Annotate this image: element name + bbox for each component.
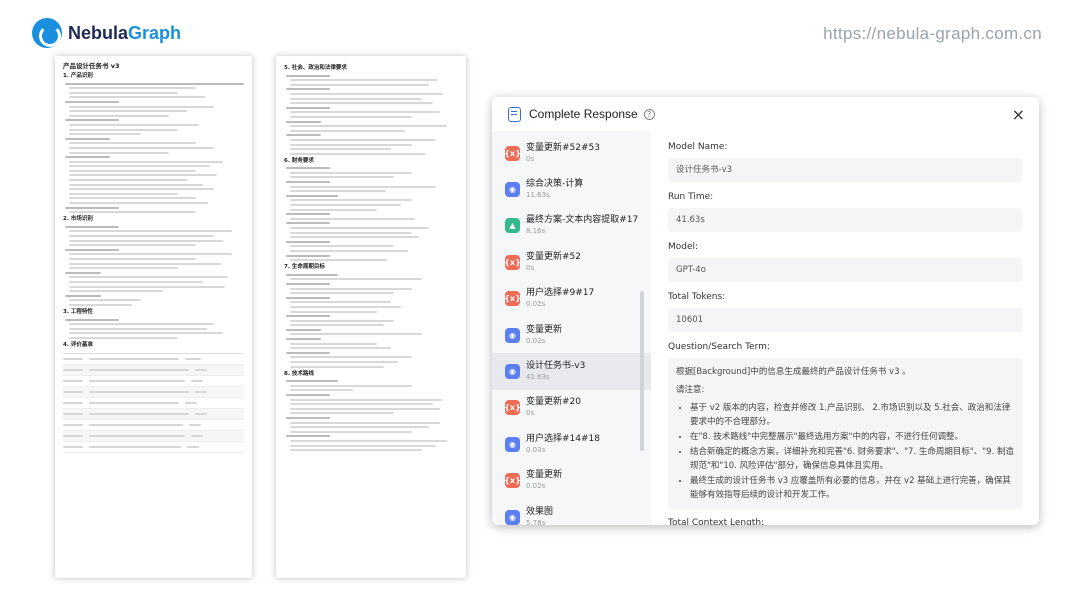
node-item-text: 效果图 5.78s bbox=[526, 507, 553, 525]
node-name: 最终方案-文本内容提取#17 bbox=[526, 215, 639, 226]
node-item-text: 变量更新 0.02s bbox=[526, 325, 562, 346]
node-list-item[interactable]: ◉ 效果图 5.78s bbox=[492, 499, 651, 525]
node-name: 效果图 bbox=[526, 506, 554, 517]
node-name: 变量更新#52 bbox=[526, 251, 581, 262]
node-item-text: 用户选择#9#17 0.02s bbox=[526, 288, 594, 309]
variable-icon: {x} bbox=[504, 473, 521, 489]
total-tokens-value: 10601 bbox=[668, 308, 1022, 332]
doc-section-heading: 6. 财务要求 bbox=[284, 157, 314, 164]
complete-response-dialog: Complete Response ? × {x} 变量更新#52#53 0s ◉ 综合… bbox=[492, 97, 1039, 525]
doc-section-heading: 8. 技术路线 bbox=[284, 370, 314, 377]
document-title: 产品设计任务书 v3 bbox=[63, 62, 120, 70]
node-list-item[interactable]: {x} 变量更新 0.02s bbox=[492, 463, 651, 499]
node-list-item[interactable]: ▲ 最终方案-文本内容提取#17 8.16s bbox=[492, 208, 651, 244]
node-name: 变量更新 bbox=[526, 470, 563, 481]
node-duration: 0s bbox=[526, 263, 535, 272]
node-list-item[interactable]: {x} 变量更新#20 0s bbox=[492, 390, 651, 426]
node-name: 用户选择#14#18 bbox=[526, 433, 600, 444]
context-length-label: Total Context Length: bbox=[668, 518, 765, 525]
variable-icon: {x} bbox=[504, 291, 521, 307]
doc-section-heading: 1. 产品识别 bbox=[63, 73, 93, 79]
question-bullet: 基于 v2 版本的内容，检查并修改 1.产品识别、 2.市场识别以及 5.社会、… bbox=[690, 401, 1014, 429]
model-label: Model: bbox=[668, 242, 699, 252]
llm-node-icon: ◉ bbox=[505, 327, 520, 343]
node-duration: 8.16s bbox=[526, 227, 546, 236]
doc-section-heading: 2. 市场识别 bbox=[63, 216, 93, 223]
run-time-label: Run Time: bbox=[668, 192, 714, 202]
node-duration: 5.78s bbox=[526, 518, 546, 525]
node-name: 变量更新#52#53 bbox=[526, 142, 600, 153]
question-bullets: 基于 v2 版本的内容，检查并修改 1.产品识别、 2.市场识别以及 5.社会、… bbox=[676, 401, 1014, 502]
question-label: Question/Search Term: bbox=[668, 342, 770, 352]
node-item-text: 设计任务书-v3 41.63s bbox=[526, 361, 585, 382]
node-name: 变量更新 bbox=[526, 324, 563, 335]
document-page-1: 产品设计任务书 v3 1. 产品识别 2. 市场识别 3. 工程特性 4. 评价… bbox=[55, 56, 252, 578]
model-name-label: Model Name: bbox=[668, 142, 728, 152]
node-list-item[interactable]: {x} 变量更新#52#53 0s bbox=[492, 135, 651, 171]
doc-section-heading: 7. 生命周期目标 bbox=[284, 264, 325, 271]
node-duration: 0s bbox=[526, 409, 535, 418]
node-duration: 0.02s bbox=[526, 300, 546, 309]
dialog-title: Complete Response bbox=[529, 107, 638, 121]
run-time-value: 41.63s bbox=[668, 208, 1022, 232]
model-value: GPT-4o bbox=[668, 258, 1022, 282]
variable-icon: {x} bbox=[504, 400, 521, 416]
question-text: 根据[Background]中的信息生成最终的产品设计任务书 v3 。 请注意:… bbox=[668, 358, 1022, 509]
node-duration: 0.02s bbox=[526, 336, 546, 345]
llm-node-icon: ◉ bbox=[505, 436, 520, 452]
question-bullet: 结合新确定的概念方案，详细补充和完善"6. 财务要求"、"7. 生命周期目标"、… bbox=[690, 445, 1014, 473]
model-name-value: 设计任务书-v3 bbox=[668, 158, 1022, 182]
doc-section-heading: 5. 社会、政治和法律要求 bbox=[284, 65, 347, 71]
node-name: 设计任务书-v3 bbox=[526, 361, 586, 372]
node-item-text: 用户选择#14#18 0.03s bbox=[526, 434, 600, 455]
llm-node-icon: ◉ bbox=[505, 364, 520, 380]
node-list-item[interactable]: {x} 用户选择#9#17 0.02s bbox=[492, 281, 651, 317]
brand-name: NebulaGraph bbox=[68, 22, 182, 43]
question-bullet: 在"8. 技术路线"中完整展示"最终选用方案"中的内容，不进行任何调整。 bbox=[690, 430, 1014, 444]
node-list-item[interactable]: ◉ 变量更新 0.02s bbox=[492, 317, 651, 353]
dialog-header: Complete Response ? × bbox=[492, 97, 1039, 131]
extract-icon: ▲ bbox=[505, 218, 520, 234]
question-circle-icon[interactable]: ? bbox=[643, 108, 655, 120]
sidebar-scrollbar[interactable] bbox=[640, 291, 644, 451]
llm-node-icon: ◉ bbox=[505, 509, 520, 525]
document-icon bbox=[508, 106, 521, 122]
site-url: https://nebula-graph.com.cn bbox=[823, 24, 1042, 43]
response-details: Model Name: 设计任务书-v3 Run Time: 41.63s Mo… bbox=[651, 131, 1039, 525]
variable-icon: {x} bbox=[504, 145, 521, 161]
variable-icon: {x} bbox=[504, 254, 521, 270]
question-intro: 根据[Background]中的信息生成最终的产品设计任务书 v3 。 bbox=[676, 367, 911, 377]
node-list-item[interactable]: ◉ 用户选择#14#18 0.03s bbox=[492, 426, 651, 462]
node-duration: 0s bbox=[526, 154, 535, 163]
nebula-logo-icon bbox=[32, 18, 62, 48]
total-tokens-label: Total Tokens: bbox=[668, 292, 726, 302]
node-name: 变量更新#20 bbox=[526, 397, 581, 408]
dialog-body: {x} 变量更新#52#53 0s ◉ 综合决策-计算 11.63s ▲ 最终方案-文本内容提… bbox=[492, 131, 1039, 525]
node-item-text: 最终方案-文本内容提取#17 8.16s bbox=[526, 215, 638, 236]
node-list-sidebar: {x} 变量更新#52#53 0s ◉ 综合决策-计算 11.63s ▲ 最终方案-文本内容提… bbox=[492, 131, 651, 525]
evaluation-table bbox=[63, 352, 244, 453]
node-item-text: 综合决策-计算 11.63s bbox=[526, 179, 583, 200]
node-name: 综合决策-计算 bbox=[526, 179, 584, 190]
node-name: 用户选择#9#17 bbox=[526, 288, 595, 299]
node-list-item[interactable]: ◉ 综合决策-计算 11.63s bbox=[492, 171, 651, 207]
question-note: 请注意: bbox=[676, 385, 705, 395]
node-duration: 0.03s bbox=[526, 445, 546, 454]
question-bullet: 最终生成的设计任务书 v3 应覆盖所有必要的信息，并在 v2 基础上进行完善，确… bbox=[690, 474, 1014, 502]
close-icon[interactable]: × bbox=[1012, 105, 1025, 124]
doc-section-heading: 3. 工程特性 bbox=[63, 308, 93, 315]
node-item-text: 变量更新#20 0s bbox=[526, 397, 581, 418]
node-list-item[interactable]: ◉ 设计任务书-v3 41.63s bbox=[492, 353, 651, 390]
doc-section-heading: 4. 评价基准 bbox=[63, 341, 93, 348]
node-list-item[interactable]: {x} 变量更新#52 0s bbox=[492, 244, 651, 280]
node-duration: 41.63s bbox=[526, 373, 550, 382]
node-duration: 0.02s bbox=[526, 482, 546, 491]
nebulagraph-logo: NebulaGraph bbox=[32, 18, 181, 48]
node-item-text: 变量更新#52 0s bbox=[526, 252, 581, 273]
node-duration: 11.63s bbox=[526, 191, 550, 200]
document-page-2: 5. 社会、政治和法律要求 6. 财务要求 7. 生命周期目标 8. 技术路线 bbox=[276, 56, 466, 578]
node-item-text: 变量更新 0.02s bbox=[526, 470, 562, 491]
node-item-text: 变量更新#52#53 0s bbox=[526, 143, 600, 164]
llm-node-icon: ◉ bbox=[505, 182, 520, 198]
